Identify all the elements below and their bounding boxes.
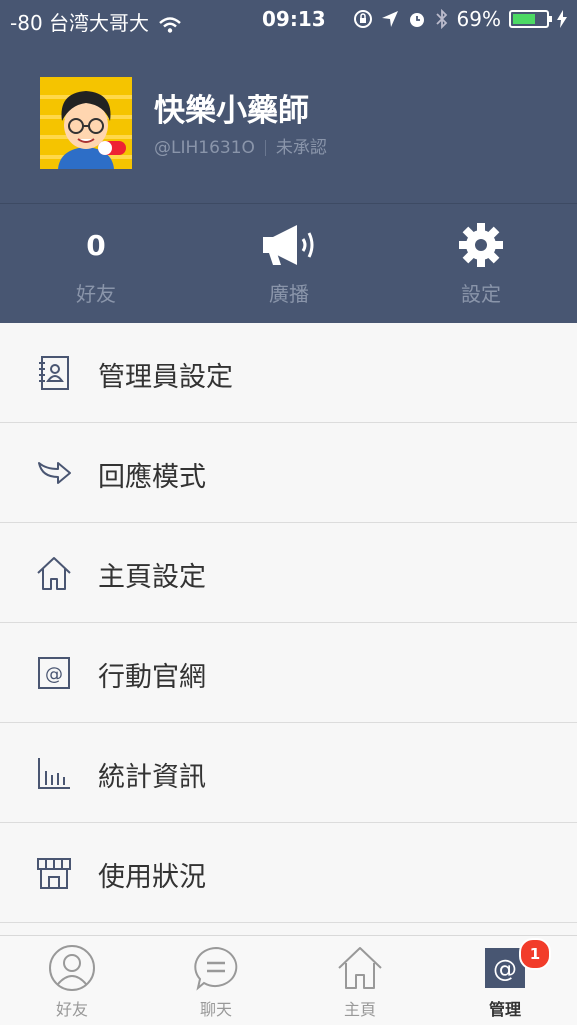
status-bar: -80 台湾大哥大 09:13 69% bbox=[0, 0, 577, 38]
alarm-icon bbox=[409, 13, 424, 27]
storefront-icon bbox=[37, 858, 71, 889]
home-icon bbox=[37, 557, 71, 590]
tab-label: 管理 bbox=[488, 1000, 521, 1019]
menu-label: 統計資訊 bbox=[98, 762, 206, 793]
divider bbox=[264, 140, 266, 156]
tab-chat[interactable]: 聊天 bbox=[166, 944, 266, 1020]
lock-rotation-icon bbox=[353, 10, 372, 28]
tab-icon-wrap bbox=[336, 944, 384, 992]
tab-friends[interactable]: 好友 bbox=[22, 944, 122, 1020]
gear-icon bbox=[459, 223, 503, 267]
tab-icon-wrap: @ 1 bbox=[481, 938, 551, 992]
notification-badge: 1 bbox=[519, 938, 551, 970]
reply-arrow-icon bbox=[38, 462, 71, 484]
menu-label: 使用狀況 bbox=[98, 862, 206, 893]
avatar[interactable] bbox=[40, 77, 132, 169]
menu-item-statistics[interactable]: 統計資訊 bbox=[0, 723, 577, 823]
tab-label: 聊天 bbox=[199, 1000, 232, 1019]
status-time: 09:13 bbox=[262, 7, 326, 31]
profile-id: @LIH1631O bbox=[154, 138, 255, 158]
profile-name: 快樂小藥師 bbox=[154, 93, 309, 129]
stat-broadcast[interactable]: 廣播 bbox=[219, 222, 359, 307]
tab-icon-wrap bbox=[192, 944, 240, 992]
charging-bolt-icon bbox=[557, 10, 567, 28]
status-right: 69% bbox=[353, 7, 567, 31]
tab-label: 好友 bbox=[55, 1000, 88, 1019]
menu-item-home-settings[interactable]: 主頁設定 bbox=[0, 523, 577, 623]
stat-label-friends: 好友 bbox=[76, 282, 116, 306]
tab-icon-wrap bbox=[48, 944, 96, 992]
battery-percent: 69% bbox=[456, 7, 501, 31]
wifi-icon bbox=[159, 16, 182, 33]
stat-settings[interactable]: 設定 bbox=[411, 222, 551, 307]
menu-label: 回應模式 bbox=[98, 462, 206, 493]
tab-manage[interactable]: @ 1 管理 bbox=[455, 938, 555, 1020]
person-icon bbox=[49, 945, 95, 991]
tab-home[interactable]: 主頁 bbox=[310, 944, 410, 1020]
bar-chart-icon bbox=[38, 758, 70, 789]
contact-book-icon bbox=[39, 356, 69, 390]
stat-label-broadcast: 廣播 bbox=[269, 282, 309, 306]
cartoon-avatar-image bbox=[40, 77, 132, 169]
carrier-label: -80 台湾大哥大 bbox=[10, 7, 182, 36]
menu-list: 管理員設定 回應模式 主頁設定 @ 行動官網 統計資訊 使用狀況 bbox=[0, 323, 577, 923]
home-icon bbox=[338, 947, 382, 989]
svg-text:@: @ bbox=[493, 955, 517, 983]
menu-item-admin-settings[interactable]: 管理員設定 bbox=[0, 323, 577, 423]
menu-label: 主頁設定 bbox=[98, 562, 206, 593]
megaphone-icon bbox=[263, 225, 314, 265]
friends-count: 0 bbox=[86, 228, 106, 262]
gear-wrap bbox=[411, 222, 551, 268]
menu-item-mobile-site[interactable]: @ 行動官網 bbox=[0, 623, 577, 723]
header-panel: -80 台湾大哥大 09:13 69% 快樂小藥師 @LIH1631O 未承認 … bbox=[0, 0, 577, 323]
chat-bubble-icon bbox=[194, 946, 238, 991]
verification-status: 未承認 bbox=[275, 138, 327, 158]
battery-fill bbox=[513, 14, 536, 24]
tab-label: 主頁 bbox=[343, 1000, 376, 1019]
menu-label: 行動官網 bbox=[98, 662, 206, 693]
menu-item-usage-status[interactable]: 使用狀況 bbox=[0, 823, 577, 923]
megaphone-wrap bbox=[219, 222, 359, 268]
header-divider bbox=[0, 203, 577, 204]
at-sign-icon: @ bbox=[38, 657, 70, 689]
location-arrow-icon bbox=[381, 11, 398, 27]
bluetooth-icon bbox=[435, 9, 447, 29]
menu-item-response-mode[interactable]: 回應模式 bbox=[0, 423, 577, 523]
stat-label-settings: 設定 bbox=[461, 282, 501, 306]
tab-bar: 好友 聊天 主頁 @ 1 管理 bbox=[0, 935, 577, 1025]
battery-icon bbox=[509, 10, 552, 28]
svg-text:@: @ bbox=[45, 664, 63, 685]
profile-section[interactable]: 快樂小藥師 @LIH1631O 未承認 bbox=[40, 77, 540, 169]
profile-id-row: @LIH1631O 未承認 bbox=[154, 133, 327, 158]
stat-friends[interactable]: 0 好友 bbox=[26, 222, 166, 307]
menu-label: 管理員設定 bbox=[98, 362, 233, 393]
